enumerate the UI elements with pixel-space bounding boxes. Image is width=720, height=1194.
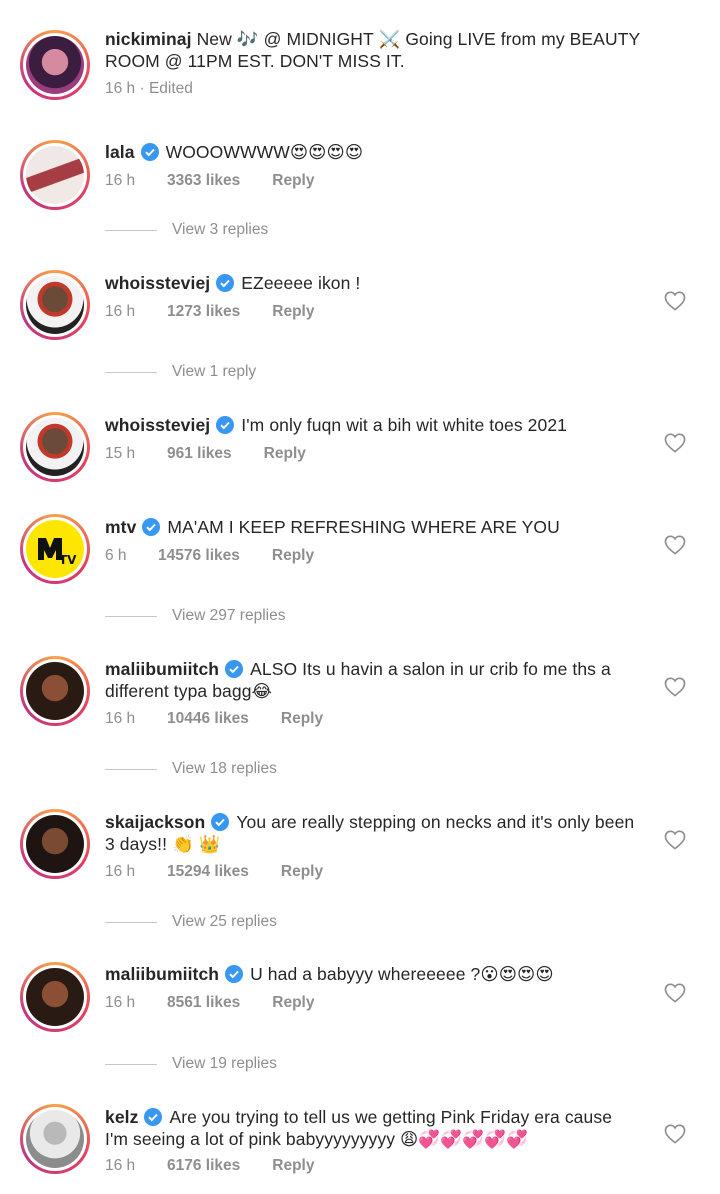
avatar[interactable] [20, 962, 90, 1032]
reply-button[interactable]: Reply [272, 1157, 314, 1175]
comment-time: 16 h [105, 172, 136, 189]
post-time: 16 h [105, 80, 136, 97]
comment-time: 16 h [105, 1157, 136, 1174]
comment-text: kelz Are you trying to tell us we getting… [105, 1107, 613, 1149]
comment-meta: 16 h 3363 likes Reply [105, 172, 314, 190]
verified-icon [140, 143, 159, 161]
avatar[interactable] [20, 270, 90, 340]
comment-username[interactable]: kelz [105, 1107, 138, 1127]
comment-time: 16 h [105, 710, 136, 727]
comment-username[interactable]: whoissteviej [105, 415, 210, 435]
comment-username[interactable]: maliibumiitch [105, 964, 219, 984]
comment-meta: 16 h 1273 likes Reply [105, 303, 314, 321]
avatar[interactable] [20, 30, 90, 100]
reply-button[interactable]: Reply [281, 710, 323, 728]
like-heart-icon[interactable] [664, 830, 686, 850]
comment-meta: 16 h 15294 likes Reply [105, 863, 323, 881]
comment-meta: 6 h 14576 likes Reply [105, 547, 314, 565]
comment-meta: 15 h 961 likes Reply [105, 445, 306, 463]
verified-icon [216, 416, 235, 434]
verified-icon [142, 518, 161, 536]
comment-likes[interactable]: 14576 likes [158, 547, 240, 565]
verified-icon [144, 1108, 163, 1126]
verified-icon [211, 813, 230, 831]
comment-text: maliibumiitch ALSO Its u havin a salon in… [105, 659, 611, 701]
post-edited: Edited [148, 80, 193, 97]
caption-text: New 🎶 @ MIDNIGHT ⚔️ Going LIVE from my B… [196, 29, 641, 49]
reply-button[interactable]: Reply [272, 172, 314, 190]
comment-time: 15 h [105, 445, 136, 462]
avatar[interactable] [20, 1104, 90, 1174]
comment-time: 16 h [105, 863, 136, 880]
view-replies-button[interactable]: View 297 replies [105, 607, 285, 625]
like-heart-icon[interactable] [664, 1124, 686, 1144]
comment-text: whoissteviej EZeeeee ikon ! [105, 273, 361, 293]
reply-button[interactable]: Reply [272, 994, 314, 1012]
comment-text: mtv MA'AM I KEEP REFRESHING WHERE ARE YOU [105, 517, 560, 537]
like-heart-icon[interactable] [664, 677, 686, 697]
comment-username[interactable]: maliibumiitch [105, 659, 219, 679]
comment-meta: 16 h 8561 likes Reply [105, 994, 314, 1012]
reply-button[interactable]: Reply [272, 303, 314, 321]
comment-username[interactable]: mtv [105, 517, 136, 537]
replies-divider [105, 921, 157, 923]
like-heart-icon[interactable] [664, 535, 686, 555]
like-heart-icon[interactable] [664, 983, 686, 1003]
replies-divider [105, 615, 157, 617]
post-caption: nickiminaj New 🎶 @ MIDNIGHT ⚔️ Going LIV… [105, 28, 650, 72]
view-replies-button[interactable]: View 19 replies [105, 1055, 277, 1073]
verified-icon [225, 660, 244, 678]
caption-text-2: ROOM @ 11PM EST. DON'T MISS IT. [105, 51, 405, 71]
replies-divider [105, 229, 157, 231]
comment-likes[interactable]: 10446 likes [167, 710, 249, 728]
view-replies-button[interactable]: View 18 replies [105, 760, 277, 778]
comment-likes[interactable]: 3363 likes [167, 172, 240, 190]
avatar[interactable]: TV [20, 514, 90, 584]
comment-likes[interactable]: 1273 likes [167, 303, 240, 321]
replies-divider [105, 371, 157, 373]
verified-icon [216, 274, 235, 292]
post-meta: 16 h · Edited [105, 80, 193, 97]
comment-time: 16 h [105, 303, 136, 320]
svg-text:TV: TV [59, 553, 77, 567]
view-replies-button[interactable]: View 25 replies [105, 913, 277, 931]
comment-meta: 16 h 10446 likes Reply [105, 710, 323, 728]
comment-likes[interactable]: 961 likes [167, 445, 232, 463]
avatar[interactable] [20, 656, 90, 726]
post-username[interactable]: nickiminaj [105, 29, 192, 49]
comment-text: lala WOOOWWWW😍😍😍😍 [105, 142, 364, 162]
verified-icon [225, 965, 244, 983]
reply-button[interactable]: Reply [272, 547, 314, 565]
comment-text: maliibumiitch U had a babyyy whereeeee ?😮… [105, 964, 554, 984]
comment-likes[interactable]: 8561 likes [167, 994, 240, 1012]
comment-username[interactable]: whoissteviej [105, 273, 210, 293]
view-replies-button[interactable]: View 3 replies [105, 221, 268, 239]
like-heart-icon[interactable] [664, 433, 686, 453]
mtv-logo-icon: TV [38, 538, 77, 567]
comment-likes[interactable]: 15294 likes [167, 863, 249, 881]
comment-username[interactable]: lala [105, 142, 135, 162]
replies-divider [105, 768, 157, 770]
comment-time: 16 h [105, 994, 136, 1011]
reply-button[interactable]: Reply [281, 863, 323, 881]
comment-text: skaijackson You are really stepping on ne… [105, 812, 635, 854]
comment-text: whoissteviej I'm only fuqn wit a bih wit … [105, 415, 568, 435]
avatar[interactable] [20, 412, 90, 482]
comment-likes[interactable]: 6176 likes [167, 1157, 240, 1175]
reply-button[interactable]: Reply [264, 445, 306, 463]
comment-meta: 16 h 6176 likes Reply [105, 1157, 314, 1175]
replies-divider [105, 1063, 157, 1065]
comment-username[interactable]: skaijackson [105, 812, 205, 832]
avatar[interactable] [20, 809, 90, 879]
view-replies-button[interactable]: View 1 reply [105, 363, 256, 381]
like-heart-icon[interactable] [664, 291, 686, 311]
avatar[interactable] [20, 140, 90, 210]
comment-time: 6 h [105, 547, 127, 564]
